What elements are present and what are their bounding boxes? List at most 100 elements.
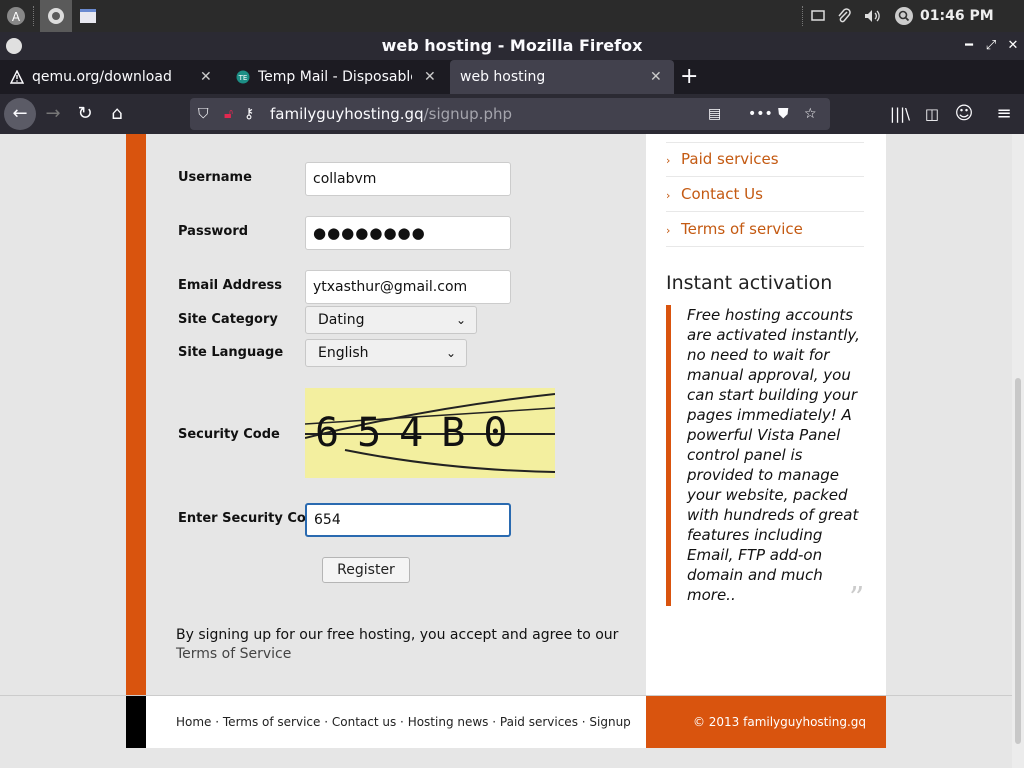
- tab-tempmail[interactable]: TE Temp Mail - Disposable T ✕: [226, 60, 448, 94]
- reload-icon[interactable]: ↻: [69, 98, 101, 130]
- tab-web-hosting[interactable]: web hosting ✕: [450, 60, 674, 94]
- footer-stripe: [126, 696, 146, 748]
- agreement-text: By signing up for our free hosting, you …: [176, 626, 636, 664]
- footer-nav: Home · Terms of service · Contact us · H…: [146, 696, 646, 748]
- security-code-input[interactable]: 654: [305, 503, 511, 537]
- footer-link-news[interactable]: Hosting news: [408, 715, 489, 729]
- username-label: Username: [178, 170, 252, 185]
- home-icon[interactable]: ⌂: [101, 98, 133, 130]
- email-input[interactable]: ytxasthur@gmail.com: [305, 270, 511, 304]
- tab-label: Temp Mail - Disposable T: [258, 69, 412, 85]
- more-actions-icon[interactable]: •••: [748, 98, 773, 130]
- sidebar-heading: Instant activation: [666, 272, 833, 294]
- menu-icon[interactable]: ≡: [988, 98, 1020, 130]
- svg-text:A: A: [12, 10, 21, 24]
- paperclip-icon[interactable]: [834, 0, 854, 32]
- pocket-icon[interactable]: ⛊: [778, 98, 789, 130]
- chevron-down-icon: ⌄: [445, 346, 456, 360]
- footer-link-paid[interactable]: Paid services: [500, 715, 578, 729]
- category-select[interactable]: Dating ⌄: [305, 306, 477, 334]
- new-tab-icon[interactable]: +: [680, 60, 698, 94]
- chevron-right-icon: ›: [666, 224, 671, 237]
- chevron-down-icon: ⌄: [455, 313, 466, 327]
- key-icon[interactable]: ⚷: [244, 98, 254, 130]
- language-value: English: [318, 345, 369, 361]
- captcha-image: 654B0: [305, 388, 555, 478]
- chevron-right-icon: ›: [666, 189, 671, 202]
- accent-stripe: [126, 134, 146, 696]
- minimize-icon[interactable]: ━: [958, 32, 980, 60]
- warning-icon: [10, 70, 24, 84]
- tab-bar: qemu.org/download ✕ TE Temp Mail - Dispo…: [0, 60, 1024, 94]
- sidebar: › Paid services › Contact Us › Terms of ser…: [646, 134, 886, 696]
- forward-icon[interactable]: →: [37, 98, 69, 130]
- tos-link[interactable]: Terms of Service: [176, 646, 291, 662]
- sidebar-link-terms[interactable]: › Terms of service: [666, 212, 864, 247]
- firefox-taskbar-icon[interactable]: [40, 0, 72, 32]
- window-titlebar: web hosting - Mozilla Firefox ━ ⤢ ✕: [0, 32, 1024, 60]
- window-title: web hosting - Mozilla Firefox: [381, 36, 643, 55]
- close-window-icon[interactable]: ✕: [1002, 32, 1024, 60]
- security-code-label: Security Code: [178, 427, 280, 442]
- url-path: /signup.php: [423, 105, 513, 123]
- password-label: Password: [178, 224, 249, 239]
- tempmail-icon: TE: [236, 70, 250, 84]
- restore-icon[interactable]: ⤢: [980, 32, 1002, 60]
- tab-label: web hosting: [460, 69, 546, 85]
- insecure-lock-icon[interactable]: 🔓︎: [224, 98, 233, 130]
- signup-form: Username collabvm Password ●●●●●●●● Emai…: [146, 134, 646, 696]
- agreement-sentence: By signing up for our free hosting, you …: [176, 627, 619, 643]
- sidebar-link-label: Paid services: [681, 150, 779, 168]
- reader-view-icon[interactable]: ▤: [708, 98, 721, 130]
- category-label: Site Category: [178, 312, 278, 327]
- nav-bar: ← → ↻ ⌂ ⛉ 🔓︎ ⚷ familyguyhosting.gq/signu…: [0, 94, 1024, 134]
- url-bar[interactable]: ⛉ 🔓︎ ⚷ familyguyhosting.gq/signup.php ▤ …: [190, 98, 830, 130]
- register-button[interactable]: Register: [322, 557, 410, 583]
- chevron-right-icon: ›: [666, 154, 671, 167]
- library-icon[interactable]: |||\: [884, 98, 916, 130]
- sidebar-toggle-icon[interactable]: ◫: [916, 98, 948, 130]
- tab-label: qemu.org/download: [32, 69, 172, 85]
- url-text[interactable]: familyguyhosting.gq/signup.php: [270, 98, 512, 130]
- sidebar-link-contact[interactable]: › Contact Us: [666, 177, 864, 212]
- captcha-text: 654B0: [315, 410, 526, 456]
- url-host: familyguyhosting.gq: [270, 105, 424, 123]
- activation-quote: Free hosting accounts are activated inst…: [666, 305, 866, 616]
- copyright-text: © 2013 familyguyhosting.gq: [692, 715, 866, 729]
- page-scrollbar[interactable]: [1012, 134, 1024, 768]
- close-tab-icon[interactable]: ✕: [650, 60, 662, 94]
- footer-link-signup[interactable]: Signup: [589, 715, 630, 729]
- search-icon[interactable]: [892, 0, 916, 32]
- shield-icon[interactable]: ⛉: [198, 98, 209, 130]
- window-taskbar-icon[interactable]: [72, 0, 104, 32]
- volume-icon[interactable]: [862, 0, 884, 32]
- app-menu-icon[interactable]: A: [0, 0, 32, 32]
- email-label: Email Address: [178, 278, 283, 293]
- clock[interactable]: 01:46 PM: [920, 0, 994, 32]
- sidebar-link-paid-services[interactable]: › Paid services: [666, 142, 864, 177]
- account-icon[interactable]: ☺: [948, 98, 980, 130]
- language-select[interactable]: English ⌄: [305, 339, 467, 367]
- quote-text: Free hosting accounts are activated inst…: [687, 306, 860, 604]
- footer-link-terms[interactable]: Terms of service: [223, 715, 321, 729]
- category-value: Dating: [318, 312, 365, 328]
- web-page: Username collabvm Password ●●●●●●●● Emai…: [0, 134, 1024, 768]
- tab-qemu[interactable]: qemu.org/download ✕: [0, 60, 224, 94]
- password-input[interactable]: ●●●●●●●●: [305, 216, 511, 250]
- desktop-panel: A 01:46 PM: [0, 0, 1024, 32]
- language-label: Site Language: [178, 345, 284, 360]
- close-tab-icon[interactable]: ✕: [424, 60, 436, 94]
- scrollbar-thumb[interactable]: [1015, 378, 1021, 744]
- notification-icon[interactable]: [808, 0, 828, 32]
- back-icon[interactable]: ←: [4, 98, 36, 130]
- bookmark-star-icon[interactable]: ☆: [804, 98, 817, 130]
- close-tab-icon[interactable]: ✕: [200, 60, 212, 94]
- footer-link-home[interactable]: Home: [176, 715, 211, 729]
- footer-links: Home · Terms of service · Contact us · H…: [176, 715, 631, 729]
- enter-code-label: Enter Security Code: [178, 511, 324, 526]
- username-input[interactable]: collabvm: [305, 162, 511, 196]
- quote-mark-icon: ”: [849, 581, 865, 616]
- sidebar-link-label: Terms of service: [681, 220, 803, 238]
- footer-link-contact[interactable]: Contact us: [332, 715, 396, 729]
- sidebar-link-label: Contact Us: [681, 185, 763, 203]
